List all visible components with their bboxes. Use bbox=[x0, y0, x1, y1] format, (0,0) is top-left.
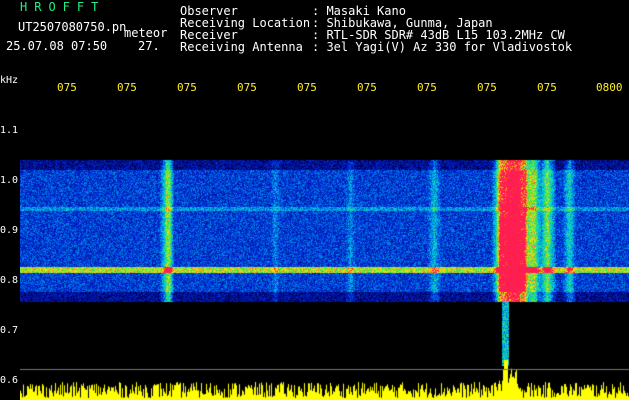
app-title: HROFFT bbox=[20, 0, 106, 14]
y-tick-label: 0.9 bbox=[0, 225, 19, 236]
info-key-antenna: Receiving Antenna bbox=[180, 40, 303, 54]
y-axis-unit: kHz bbox=[0, 75, 19, 86]
x-tick-label: 075 bbox=[417, 81, 437, 94]
x-tick-label: 075 bbox=[177, 81, 197, 94]
x-tick-label: 075 bbox=[237, 81, 257, 94]
info-value-antenna: : 3el Yagi(V) Az 330 for Vladivostok bbox=[312, 40, 573, 54]
hrofft-window: HROFFT UT2507080750.pn meteor 25.07.08 0… bbox=[0, 0, 629, 400]
y-tick-label: 0.6 bbox=[0, 375, 19, 386]
x-tick-label: 075 bbox=[477, 81, 497, 94]
datetime: 25.07.08 07:50 bbox=[6, 39, 108, 53]
spectrogram-canvas[interactable] bbox=[20, 96, 629, 400]
x-tick-label: 075 bbox=[57, 81, 77, 94]
file-name: UT2507080750.pn bbox=[18, 20, 127, 34]
y-tick-label: 1.0 bbox=[0, 175, 19, 186]
x-tick-label: 075 bbox=[537, 81, 557, 94]
frame-count: 27. bbox=[138, 39, 160, 53]
x-tick-label: 0800 bbox=[596, 81, 623, 94]
y-tick-label: 1.1 bbox=[0, 125, 19, 136]
event-label: meteor bbox=[124, 26, 168, 40]
y-tick-label: 0.7 bbox=[0, 325, 19, 336]
x-tick-label: 075 bbox=[297, 81, 317, 94]
x-tick-label: 075 bbox=[357, 81, 377, 94]
x-tick-label: 075 bbox=[117, 81, 137, 94]
y-tick-label: 0.8 bbox=[0, 275, 19, 286]
